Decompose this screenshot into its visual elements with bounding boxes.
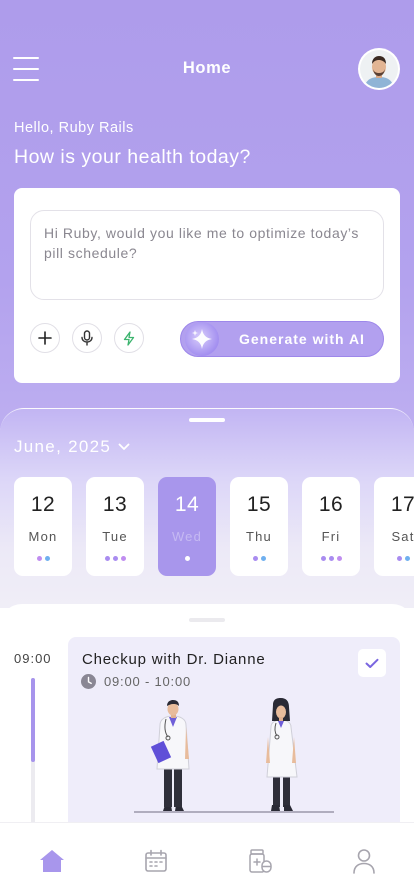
event-dot bbox=[336, 556, 342, 561]
day-number: 14 bbox=[174, 493, 200, 516]
month-label: June, 2025 bbox=[14, 437, 112, 456]
clock-icon bbox=[81, 674, 96, 689]
user-avatar-icon bbox=[360, 50, 398, 88]
event-dots bbox=[86, 556, 144, 561]
day-card-sat[interactable]: 17 Sat bbox=[374, 477, 414, 576]
add-button[interactable] bbox=[30, 323, 60, 353]
avatar[interactable] bbox=[358, 48, 400, 90]
day-name: Wed bbox=[171, 529, 203, 544]
day-card-mon[interactable]: 12 Mon bbox=[14, 477, 72, 576]
page-title: Home bbox=[182, 59, 232, 77]
ai-prompt-input[interactable]: Hi Ruby, would you like me to optimize t… bbox=[30, 210, 384, 300]
complete-checkbox[interactable] bbox=[358, 649, 386, 677]
day-number: 17 bbox=[390, 493, 414, 516]
bottom-navigation bbox=[0, 822, 414, 896]
appointment-time-range: 09:00 - 10:00 bbox=[104, 674, 192, 689]
greeting-text: Hello, Ruby Rails bbox=[14, 120, 134, 136]
event-dot bbox=[396, 556, 402, 561]
schedule-drag-handle[interactable] bbox=[189, 618, 225, 622]
generate-label: Generate with AI bbox=[239, 331, 365, 347]
voice-button[interactable] bbox=[72, 323, 102, 353]
day-card-fri[interactable]: 16 Fri bbox=[302, 477, 360, 576]
event-dot bbox=[404, 556, 410, 561]
chevron-down-icon bbox=[118, 443, 130, 450]
event-dots bbox=[230, 556, 288, 561]
generate-with-ai-button[interactable]: Generate with AI bbox=[180, 321, 384, 357]
day-number: 12 bbox=[30, 493, 56, 516]
nav-home[interactable] bbox=[38, 847, 66, 875]
day-name: Fri bbox=[321, 529, 341, 544]
doctors-illustration bbox=[134, 698, 334, 813]
medicine-icon bbox=[249, 849, 272, 873]
sparkle-icon bbox=[185, 322, 219, 356]
checkmark-icon bbox=[365, 658, 379, 668]
nav-profile[interactable] bbox=[350, 847, 378, 875]
plus-icon bbox=[38, 331, 52, 345]
event-dot bbox=[184, 556, 190, 561]
day-number: 15 bbox=[246, 493, 272, 516]
calendar-icon bbox=[145, 849, 167, 872]
event-dot bbox=[260, 556, 266, 561]
event-dot bbox=[320, 556, 326, 561]
day-name: Sat bbox=[391, 529, 414, 544]
home-icon bbox=[40, 850, 64, 872]
nav-medicine[interactable] bbox=[246, 847, 274, 875]
day-card-thu[interactable]: 15 Thu bbox=[230, 477, 288, 576]
quick-action-button[interactable] bbox=[114, 323, 144, 353]
ai-assistant-card: Hi Ruby, would you like me to optimize t… bbox=[14, 188, 400, 383]
event-dots bbox=[302, 556, 360, 561]
appointment-time: 09:00 - 10:00 bbox=[81, 674, 191, 689]
month-selector[interactable]: June, 2025 bbox=[14, 437, 130, 457]
day-number: 13 bbox=[102, 493, 128, 516]
event-dot bbox=[328, 556, 334, 561]
event-dot bbox=[104, 556, 110, 561]
lightning-icon bbox=[123, 330, 135, 346]
day-card-wed[interactable]: 14 Wed bbox=[158, 477, 216, 576]
event-dot bbox=[252, 556, 258, 561]
microphone-icon bbox=[81, 330, 93, 346]
event-dot bbox=[44, 556, 50, 561]
profile-icon bbox=[353, 849, 375, 874]
day-name: Mon bbox=[28, 529, 58, 544]
day-number: 16 bbox=[318, 493, 344, 516]
event-dot bbox=[120, 556, 126, 561]
time-label: 09:00 bbox=[14, 651, 52, 666]
day-name: Tue bbox=[102, 529, 128, 544]
nav-calendar[interactable] bbox=[142, 847, 170, 875]
day-card-tue[interactable]: 13 Tue bbox=[86, 477, 144, 576]
calendar-drag-handle[interactable] bbox=[189, 418, 225, 422]
event-dots bbox=[158, 556, 216, 561]
day-name: Thu bbox=[245, 529, 272, 544]
timeline-progress bbox=[31, 678, 35, 762]
event-dot bbox=[36, 556, 42, 561]
event-dots bbox=[14, 556, 72, 561]
event-dot bbox=[112, 556, 118, 561]
appointment-title: Checkup with Dr. Dianne bbox=[82, 651, 266, 668]
event-dots bbox=[374, 556, 414, 561]
health-question: How is your health today? bbox=[14, 146, 251, 168]
